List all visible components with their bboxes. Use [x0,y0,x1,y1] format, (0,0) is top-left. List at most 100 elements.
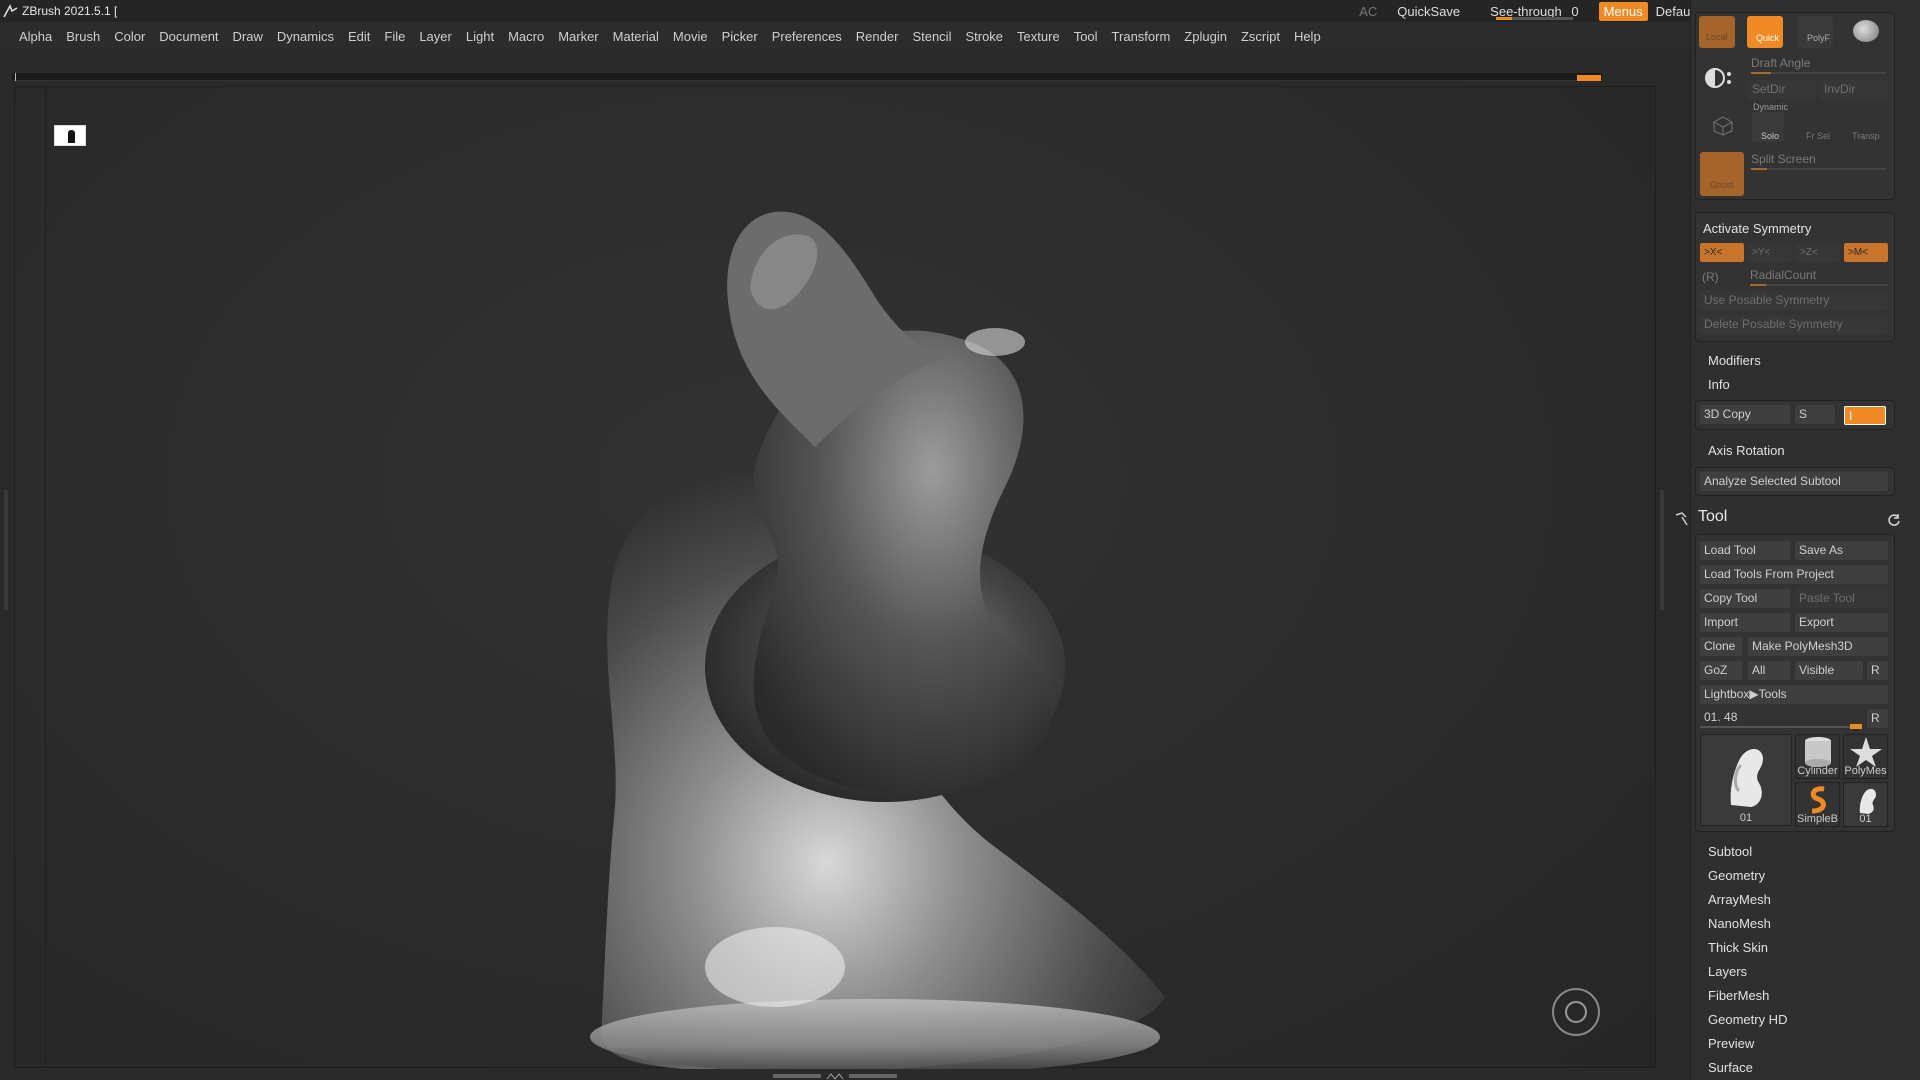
menu-edit[interactable]: Edit [348,29,370,44]
quick-button[interactable] [1747,16,1783,48]
floor-perspective-icon[interactable] [54,125,86,146]
contrast-icon[interactable] [1705,66,1735,90]
activate-symmetry-button[interactable]: Activate Symmetry [1703,221,1811,236]
sym-z-button[interactable]: >Z< [1796,243,1840,262]
reset-icon[interactable] [1887,513,1901,527]
menu-layer[interactable]: Layer [419,29,452,44]
analyze-subtool-button[interactable]: Analyze Selected Subtool [1700,472,1888,491]
bottom-tray-handle[interactable] [770,1071,900,1080]
menu-stroke[interactable]: Stroke [965,29,1003,44]
setdir-button[interactable]: SetDir [1748,80,1816,99]
menu-zplugin[interactable]: Zplugin [1184,29,1227,44]
paste-tool-button[interactable]: Paste Tool [1795,589,1888,608]
current-tool-slider[interactable]: 01. 48 [1700,708,1862,727]
copy3d-i-field[interactable]: I [1844,406,1886,425]
sym-y-button[interactable]: >Y< [1748,243,1792,262]
modifiers-subpalette[interactable]: Modifiers [1708,353,1761,368]
shelf-marker[interactable] [1577,75,1601,81]
use-posable-symmetry-button[interactable]: Use Posable Symmetry [1700,291,1888,310]
sym-m-button[interactable]: >M< [1844,243,1888,262]
surface-subpalette[interactable]: Surface [1708,1060,1753,1075]
thick-skin-subpalette[interactable]: Thick Skin [1708,940,1768,955]
goz-r-button[interactable]: R [1867,661,1888,680]
tool-thumb-01-large[interactable]: 01 [1700,734,1792,826]
menu-picker[interactable]: Picker [722,29,758,44]
copy3d-s-button[interactable]: S [1795,405,1835,424]
make-polymesh3d-button[interactable]: Make PolyMesh3D [1748,637,1888,656]
document-canvas[interactable] [14,86,1657,1069]
menu-file[interactable]: File [384,29,405,44]
menu-draw[interactable]: Draw [233,29,263,44]
menu-marker[interactable]: Marker [558,29,598,44]
delete-posable-symmetry-button[interactable]: Delete Posable Symmetry [1700,315,1888,334]
subtool-subpalette[interactable]: Subtool [1708,844,1752,859]
radial-count-slider[interactable] [1750,284,1888,286]
layers-subpalette[interactable]: Layers [1708,964,1747,979]
split-screen-label[interactable]: Split Screen [1751,152,1816,166]
radial-count-label[interactable]: RadialCount [1750,268,1816,282]
copy-tool-button[interactable]: Copy Tool [1700,589,1790,608]
goz-all-button[interactable]: All [1748,661,1790,680]
import-button[interactable]: Import [1700,613,1790,632]
arraymesh-subpalette[interactable]: ArrayMesh [1708,892,1771,907]
menu-transform[interactable]: Transform [1112,29,1171,44]
menu-document[interactable]: Document [159,29,218,44]
tool-thumb-polymesh[interactable]: PolyMes [1843,734,1888,779]
export-button[interactable]: Export [1795,613,1888,632]
tool-thumb-cylinder[interactable]: Cylinder [1795,734,1840,779]
clone-button[interactable]: Clone [1700,637,1742,656]
menu-stencil[interactable]: Stencil [912,29,951,44]
top-shelf-ruler[interactable] [12,73,1602,81]
see-through-slider[interactable]: See-through 0 [1482,4,1586,20]
radial-r-toggle[interactable]: (R) [1702,270,1719,284]
polyf-button[interactable] [1797,16,1833,48]
lightbox-tools-button[interactable]: Lightbox▶Tools [1700,685,1888,704]
load-tools-from-project-button[interactable]: Load Tools From Project [1700,565,1888,584]
menu-tool[interactable]: Tool [1074,29,1098,44]
menu-render[interactable]: Render [856,29,899,44]
current-tool-slider-track[interactable] [1700,726,1862,728]
tool-thumb-01-small[interactable]: 01 [1843,782,1888,827]
menu-texture[interactable]: Texture [1017,29,1060,44]
menu-dynamics[interactable]: Dynamics [277,29,334,44]
axis-rotation-subpalette[interactable]: Axis Rotation [1708,443,1785,458]
invdir-button[interactable]: InvDir [1820,80,1888,99]
tool-thumb-simplebrush[interactable]: SimpleB [1795,782,1840,827]
menu-zscript[interactable]: Zscript [1241,29,1280,44]
current-tool-slider-knob[interactable] [1850,724,1862,729]
menus-button[interactable]: Menus [1598,1,1648,21]
geometry-subpalette[interactable]: Geometry [1708,868,1765,883]
menu-brush[interactable]: Brush [66,29,100,44]
draft-angle-slider[interactable] [1751,72,1886,74]
quicksave-button[interactable]: QuickSave [1397,4,1460,19]
split-screen-slider[interactable] [1751,168,1886,170]
cube-icon[interactable] [1712,115,1734,137]
save-as-button[interactable]: Save As [1795,541,1888,560]
sym-x-button[interactable]: >X< [1700,243,1744,262]
menu-help[interactable]: Help [1294,29,1321,44]
load-tool-button[interactable]: Load Tool [1700,541,1790,560]
rotate-gizmo-icon[interactable] [1552,988,1600,1036]
menu-preferences[interactable]: Preferences [772,29,842,44]
nanomesh-subpalette[interactable]: NanoMesh [1708,916,1771,931]
left-tray-handle[interactable] [4,490,8,610]
sphere-icon[interactable] [1853,20,1879,42]
ac-indicator[interactable]: AC [1359,4,1377,19]
fibermesh-subpalette[interactable]: FiberMesh [1708,988,1769,1003]
right-tray-handle[interactable] [1660,490,1664,610]
menu-macro[interactable]: Macro [508,29,544,44]
preview-subpalette[interactable]: Preview [1708,1036,1754,1051]
sculpt-mesh[interactable] [15,87,1657,1069]
menu-movie[interactable]: Movie [673,29,708,44]
menu-material[interactable]: Material [613,29,659,44]
current-tool-r-button[interactable]: R [1867,709,1888,728]
tool-palette-title[interactable]: Tool [1698,508,1727,526]
menu-alpha[interactable]: Alpha [19,29,52,44]
goz-visible-button[interactable]: Visible [1795,661,1863,680]
menu-light[interactable]: Light [466,29,494,44]
geometry-hd-subpalette[interactable]: Geometry HD [1708,1012,1787,1027]
goz-button[interactable]: GoZ [1700,661,1742,680]
info-subpalette[interactable]: Info [1708,377,1730,392]
copy3d-button[interactable]: 3D Copy [1700,405,1790,424]
expand-arrow-icon[interactable] [825,1072,845,1080]
